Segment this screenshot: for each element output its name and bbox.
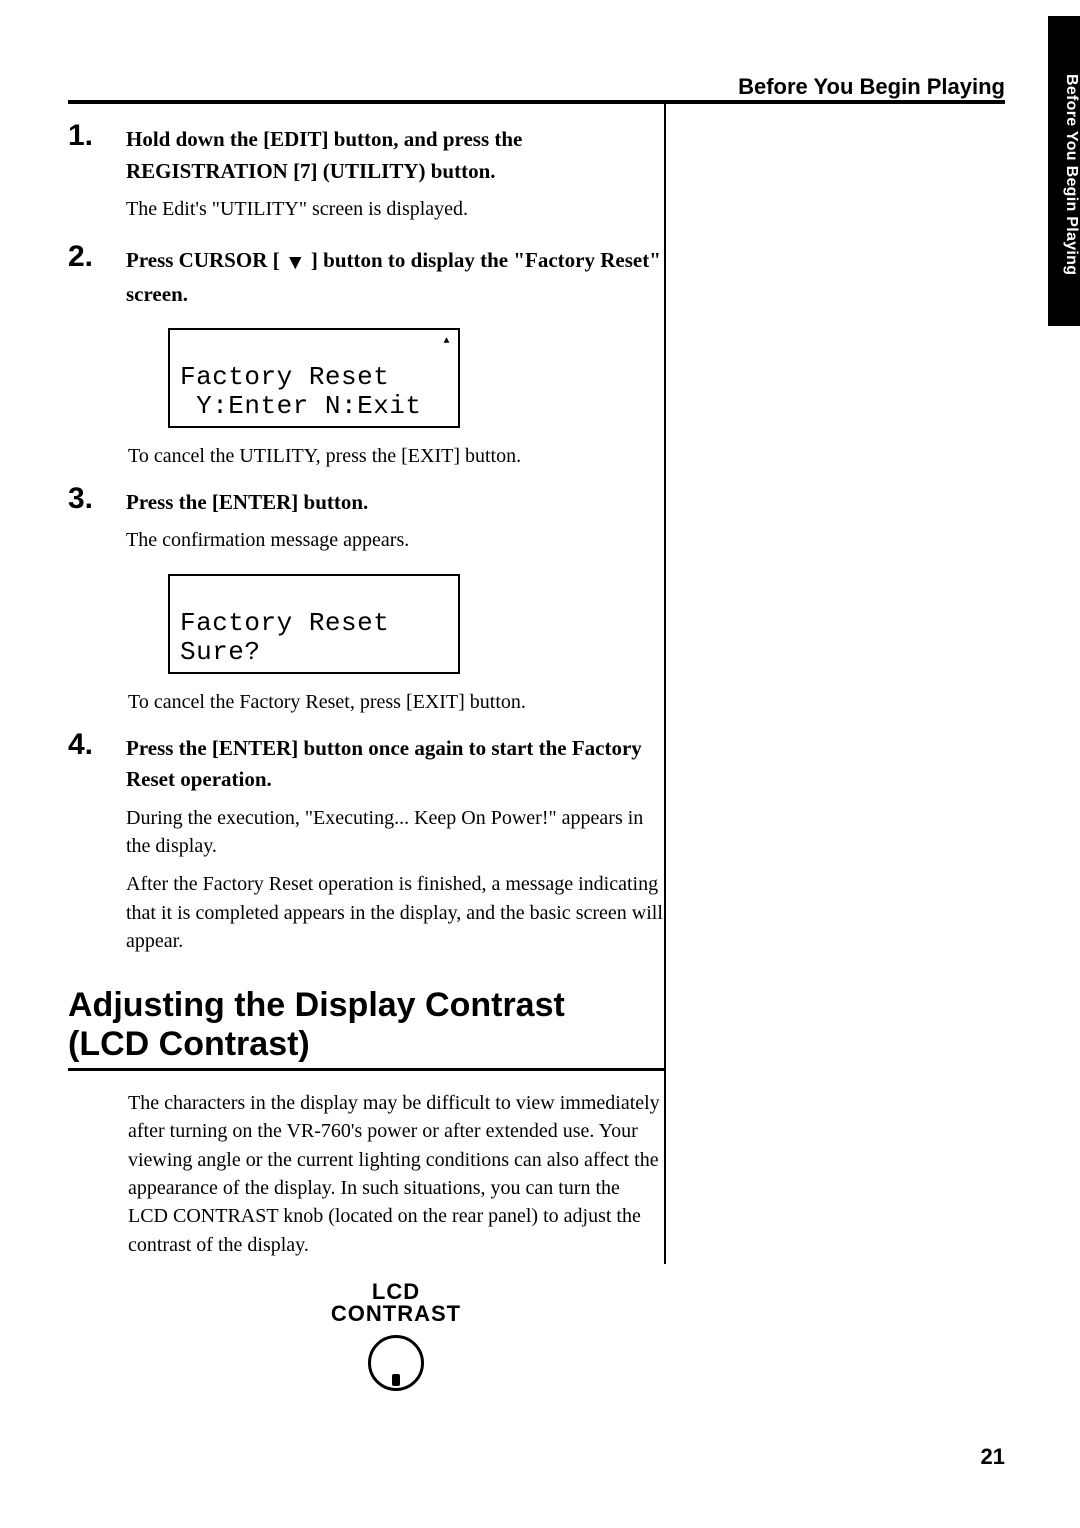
step-title: Hold down the [EDIT] button, and press t… (126, 124, 664, 187)
knob-icon (368, 1335, 424, 1391)
step-description: To cancel the UTILITY, press the [EXIT] … (128, 442, 664, 470)
step-title: Press CURSOR [ ▼ ] button to display the… (126, 245, 664, 310)
running-header: Before You Begin Playing (68, 74, 1005, 100)
step-description: The Edit's "UTILITY" screen is displayed… (126, 195, 664, 223)
side-tab: Before You Begin Playing (1048, 16, 1080, 326)
lcd-line-1: Factory Reset (180, 362, 389, 392)
steps-section: 1. Hold down the [EDIT] button, and pres… (68, 118, 664, 1391)
cursor-down-icon: ▼ (285, 247, 306, 279)
lcd-screen-factory-reset: Factory Reset ▲ Y:Enter N:Exit (168, 328, 460, 428)
step-number: 1. (68, 118, 126, 154)
step-title: Press the [ENTER] button once again to s… (126, 733, 664, 796)
step-title-part-a: Press CURSOR [ (126, 248, 285, 272)
section-body: The characters in the display may be dif… (128, 1089, 664, 1259)
step-number: 2. (68, 239, 126, 275)
lcd-contrast-label-line-2: CONTRAST (331, 1301, 461, 1326)
step-description: After the Factory Reset operation is fin… (126, 870, 664, 955)
section-heading-line-2: (LCD Contrast) (68, 1025, 310, 1063)
step-title: Press the [ENTER] button. (126, 487, 664, 519)
section-heading: Adjusting the Display Contrast (LCD Cont… (68, 986, 664, 1064)
header-rule (68, 100, 1005, 104)
lcd-screen-sure: Factory Reset Sure? (168, 574, 460, 674)
lcd-contrast-diagram: LCD CONTRAST (128, 1281, 664, 1391)
step-number: 3. (68, 481, 126, 517)
lcd-line-2: Sure? (180, 637, 261, 667)
step-description: To cancel the Factory Reset, press [EXIT… (128, 688, 664, 716)
lcd-contrast-label: LCD CONTRAST (128, 1281, 664, 1325)
section-underline (68, 1068, 664, 1071)
step-1: 1. Hold down the [EDIT] button, and pres… (68, 118, 664, 233)
lcd-line-1: Factory Reset (180, 608, 389, 638)
step-3: 3. Press the [ENTER] button. The confirm… (68, 481, 664, 565)
step-4: 4. Press the [ENTER] button once again t… (68, 727, 664, 966)
page-number: 21 (981, 1444, 1005, 1470)
step-2: 2. Press CURSOR [ ▼ ] button to display … (68, 239, 664, 318)
vertical-rule (664, 104, 666, 1264)
section-heading-line-1: Adjusting the Display Contrast (68, 986, 565, 1024)
lcd-line-2: Y:Enter N:Exit (180, 391, 422, 421)
lcd-up-arrow-icon: ▲ (443, 336, 450, 347)
step-description: During the execution, "Executing... Keep… (126, 804, 664, 861)
step-number: 4. (68, 727, 126, 763)
step-description: The confirmation message appears. (126, 526, 664, 554)
